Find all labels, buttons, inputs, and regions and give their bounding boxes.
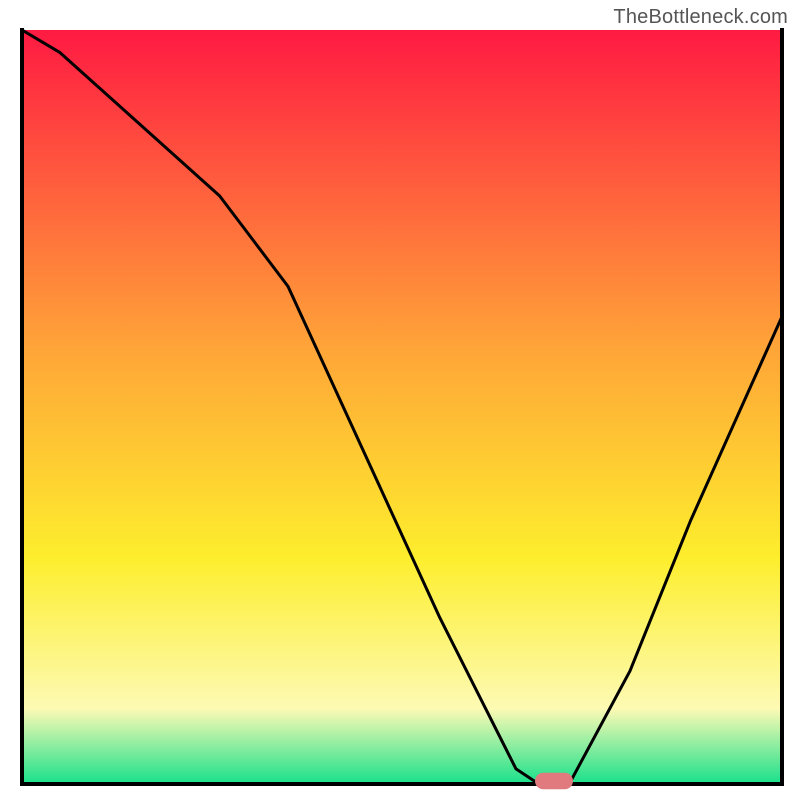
gradient-background bbox=[22, 30, 782, 784]
chart-canvas: { "attribution": "TheBottleneck.com", "c… bbox=[0, 0, 800, 800]
attribution-text: TheBottleneck.com bbox=[613, 6, 788, 29]
optimal-marker bbox=[535, 773, 573, 790]
chart-svg bbox=[0, 0, 800, 800]
